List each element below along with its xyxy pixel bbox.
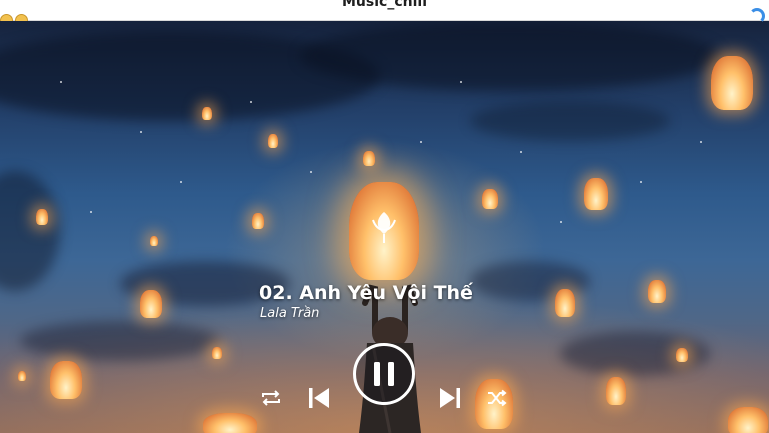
flower-logo-icon bbox=[372, 211, 396, 243]
skip-previous-icon bbox=[309, 388, 329, 408]
repeat-icon bbox=[262, 390, 280, 406]
shuffle-button[interactable] bbox=[484, 386, 510, 410]
repeat-button[interactable] bbox=[258, 386, 284, 410]
shuffle-icon bbox=[488, 389, 507, 407]
pause-icon bbox=[374, 362, 394, 386]
title-bar: Music_chill bbox=[0, 0, 769, 21]
previous-button[interactable] bbox=[305, 384, 333, 412]
window-title: Music_chill bbox=[342, 0, 427, 10]
next-button[interactable] bbox=[436, 384, 464, 412]
lantern-emblem bbox=[349, 182, 419, 280]
track-artist: Lala Trần bbox=[260, 306, 320, 321]
play-pause-button[interactable] bbox=[353, 343, 415, 405]
track-title: 02. Anh Yêu Vội Thế bbox=[259, 282, 473, 304]
skip-next-icon bbox=[440, 388, 460, 408]
refresh-icon[interactable] bbox=[749, 8, 765, 24]
